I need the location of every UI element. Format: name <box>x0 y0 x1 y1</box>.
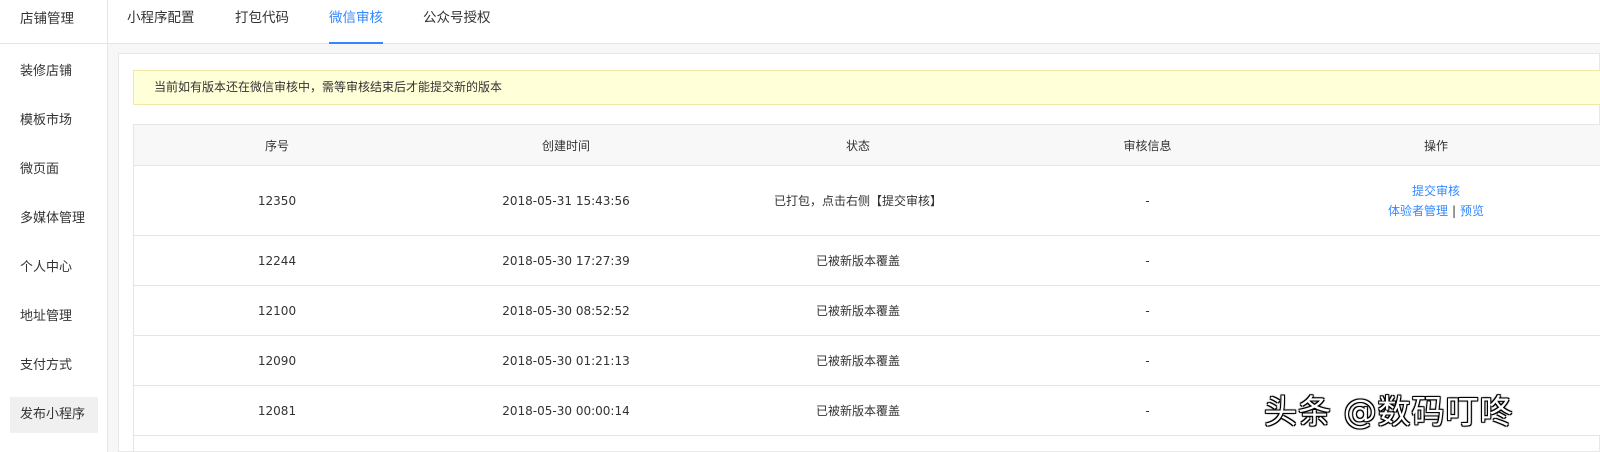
tab-wechat-review[interactable]: 微信审核 <box>329 0 383 44</box>
sidebar-item-publish-miniprogram[interactable]: 发布小程序 <box>10 397 98 433</box>
cell-id: 12350 <box>257 193 297 208</box>
tester-management-link[interactable]: 体验者管理 <box>1388 204 1448 218</box>
header-status: 状态 <box>845 138 870 153</box>
table-row: 12090 2018-05-30 01:21:13 已被新版本覆盖 - <box>134 336 1600 386</box>
sidebar-item-media[interactable]: 多媒体管理 <box>0 201 107 237</box>
header-created-time: 创建时间 <box>541 138 590 153</box>
cell-status: 已被新版本覆盖 <box>815 354 900 368</box>
sidebar-title: 店铺管理 <box>0 0 107 44</box>
cell-id: 12081 <box>257 403 297 418</box>
tab-package-code[interactable]: 打包代码 <box>235 0 289 44</box>
sidebar-item-micro-page[interactable]: 微页面 <box>0 152 107 188</box>
cell-id: 12244 <box>257 253 297 268</box>
cell-status: 已被新版本覆盖 <box>815 304 900 318</box>
sidebar-item-personal-center[interactable]: 个人中心 <box>0 250 107 286</box>
sidebar-item-payment[interactable]: 支付方式 <box>0 348 107 384</box>
sidebar-item-template-market[interactable]: 模板市场 <box>0 103 107 139</box>
cell-info: - <box>1145 193 1150 208</box>
top-tabs: 小程序配置 打包代码 微信审核 公众号授权 <box>108 0 1600 44</box>
cell-info: - <box>1145 303 1150 318</box>
sidebar-item-decorate-store[interactable]: 装修店铺 <box>0 54 107 90</box>
header-review-info: 审核信息 <box>1123 138 1172 153</box>
cell-status: 已被新版本覆盖 <box>815 254 900 268</box>
table-header: 序号 创建时间 状态 审核信息 操作 <box>134 125 1600 166</box>
action-separator: | <box>1451 203 1457 218</box>
table-row: 12350 2018-05-31 15:43:56 已打包，点击右侧【提交审核】… <box>134 166 1600 236</box>
header-id: 序号 <box>264 138 289 153</box>
cell-time: 2018-05-30 17:27:39 <box>502 253 630 268</box>
cell-info: - <box>1145 353 1150 368</box>
notice-banner: 当前如有版本还在微信审核中，需等审核结束后才能提交新的版本 <box>133 70 1600 105</box>
tab-official-account-auth[interactable]: 公众号授权 <box>423 0 491 44</box>
cell-actions: 提交审核 体验者管理 | 预览 <box>1291 166 1581 235</box>
preview-link[interactable]: 预览 <box>1460 204 1484 218</box>
submit-review-link[interactable]: 提交审核 <box>1412 184 1460 198</box>
app-root: 店铺管理 装修店铺 模板市场 微页面 多媒体管理 个人中心 地址管理 支付方式 … <box>0 0 1600 452</box>
cell-time: 2018-05-30 00:00:14 <box>502 403 630 418</box>
table-row: 12100 2018-05-30 08:52:52 已被新版本覆盖 - <box>134 286 1600 336</box>
sidebar: 店铺管理 装修店铺 模板市场 微页面 多媒体管理 个人中心 地址管理 支付方式 … <box>0 0 108 452</box>
cell-status: 已被新版本覆盖 <box>815 404 900 418</box>
sidebar-item-address[interactable]: 地址管理 <box>0 299 107 335</box>
cell-id: 12090 <box>257 353 297 368</box>
cell-info: - <box>1145 253 1150 268</box>
cell-id: 12100 <box>257 303 297 318</box>
watermark: 头条 @数码叮咚 <box>1264 392 1514 431</box>
header-actions: 操作 <box>1423 138 1448 153</box>
tab-miniprogram-config[interactable]: 小程序配置 <box>127 0 195 44</box>
cell-time: 2018-05-31 15:43:56 <box>502 193 630 208</box>
cell-time: 2018-05-30 08:52:52 <box>502 303 630 318</box>
cell-info: - <box>1145 403 1150 418</box>
table-row: 12244 2018-05-30 17:27:39 已被新版本覆盖 - <box>134 236 1600 286</box>
cell-time: 2018-05-30 01:21:13 <box>502 353 630 368</box>
cell-status: 已打包，点击右侧【提交审核】 <box>773 194 942 208</box>
